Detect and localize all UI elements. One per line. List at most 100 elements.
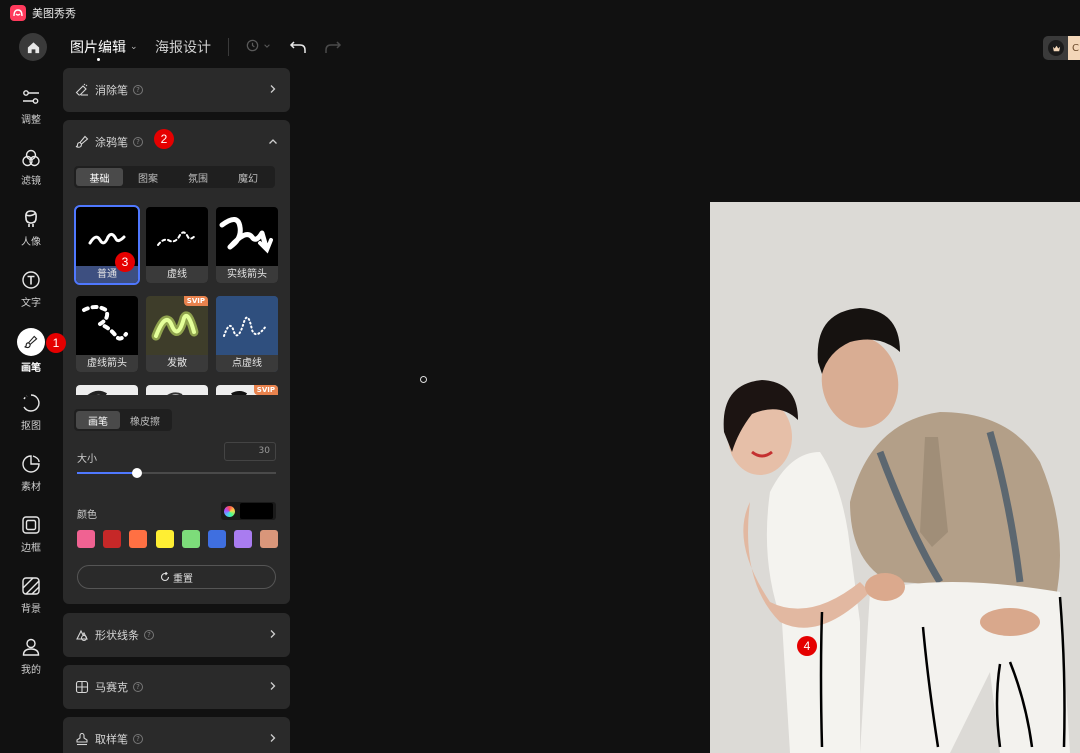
chevron-up-icon[interactable] (268, 137, 278, 147)
help-icon[interactable]: ? (144, 630, 154, 640)
color-swatch[interactable] (155, 530, 174, 548)
color-label: 颜色 (77, 510, 97, 521)
brush-dashed[interactable]: 虚线 (146, 207, 208, 283)
brush-normal[interactable]: 普通 (74, 205, 140, 285)
color-swatch[interactable] (77, 530, 95, 548)
chevron-down-icon: ⌄ (130, 42, 138, 52)
chevron-right-icon (270, 630, 276, 638)
color-swatch[interactable] (103, 530, 122, 548)
color-wheel-icon (224, 505, 235, 517)
reset-label: 重置 (173, 573, 193, 585)
rail-label: 滤镜 (21, 176, 41, 187)
app-logo-icon (10, 5, 26, 21)
brush-solid-arrow[interactable]: 实线箭头 (216, 207, 278, 283)
sliders-icon (20, 86, 42, 108)
help-icon[interactable]: ? (133, 734, 143, 744)
vip-button[interactable]: C (1043, 36, 1080, 60)
brush-item-7[interactable] (76, 385, 138, 395)
reset-button[interactable]: 重置 (77, 565, 276, 589)
doodle-pen-header[interactable]: 涂鸦笔 ? (75, 120, 143, 164)
slider-knob[interactable] (131, 468, 142, 478)
mosaic-header: 马赛克 ? (75, 665, 143, 709)
brush-preview (146, 385, 208, 395)
rail-item-mine[interactable]: 我的 (0, 636, 62, 676)
sampler-pen-card[interactable]: 取样笔 ? (63, 717, 290, 753)
chevron-right-icon (270, 682, 276, 690)
brush-icon (75, 135, 89, 148)
rail-label: 调整 (21, 115, 41, 126)
sticker-icon (20, 453, 42, 475)
rail-item-sticker[interactable]: 素材 (0, 453, 62, 493)
brush-grid: 普通 虚线 实线箭头 虚线箭头 SVIP 发散 点虚线 SVIP (74, 205, 280, 395)
brush-size-control: 大小 30 (77, 442, 277, 478)
step-marker-4: 4 (797, 636, 817, 656)
history-button[interactable] (245, 38, 271, 53)
user-icon (20, 636, 42, 658)
chevron-right-icon (270, 85, 276, 93)
rail-item-portrait[interactable]: 人像 (0, 208, 62, 248)
rail-item-text[interactable]: 文字 (0, 269, 62, 309)
mosaic-card[interactable]: 马赛克 ? (63, 665, 290, 709)
color-swatch[interactable] (129, 530, 148, 548)
rail-item-background[interactable]: 背景 (0, 575, 62, 615)
mode-brush[interactable]: 画笔 (76, 411, 120, 429)
size-label: 大小 (77, 454, 97, 465)
brush-item-9[interactable]: SVIP (216, 385, 278, 395)
shape-icon (76, 629, 88, 642)
color-swatch[interactable] (207, 530, 226, 548)
mode-eraser[interactable]: 橡皮擦 (120, 411, 170, 429)
couple-photo (710, 202, 1080, 753)
eraser-icon (75, 83, 88, 96)
tab-magic[interactable]: 魔幻 (223, 168, 273, 186)
tab-atmosphere[interactable]: 氛围 (173, 168, 223, 186)
tab-image-edit[interactable]: 图片编辑 ⌄ (70, 37, 138, 57)
rail-item-filter[interactable]: 滤镜 (0, 147, 62, 187)
tab-pattern[interactable]: 图案 (123, 168, 173, 186)
current-color-swatch (240, 503, 273, 519)
brush-name: 点虚线 (216, 355, 278, 372)
color-swatch[interactable] (234, 530, 253, 548)
eraser-pen-card[interactable]: 消除笔 ? (63, 68, 290, 112)
brush-category-tabs: 基础 图案 氛围 魔幻 (74, 166, 275, 188)
photo-canvas[interactable] (710, 202, 1080, 753)
frame-icon (20, 514, 42, 536)
redo-icon[interactable] (324, 38, 342, 56)
background-icon (20, 575, 42, 597)
tab-poster-design[interactable]: 海报设计 (155, 37, 211, 57)
tab-basic[interactable]: 基础 (76, 168, 123, 186)
chevron-right-icon (270, 734, 276, 742)
brush-item-8[interactable] (146, 385, 208, 395)
color-picker[interactable] (221, 502, 276, 520)
rail-label: 画笔 (21, 363, 41, 374)
size-slider[interactable] (77, 468, 276, 478)
cutout-icon (20, 392, 42, 414)
help-icon[interactable]: ? (133, 682, 143, 692)
rail-label: 抠图 (21, 421, 41, 432)
brush-dotted[interactable]: 点虚线 (216, 296, 278, 372)
shape-lines-title: 形状线条 (95, 629, 139, 642)
help-icon[interactable]: ? (133, 85, 143, 95)
step-marker-1: 1 (46, 333, 66, 353)
rail-item-adjust[interactable]: 调整 (0, 86, 62, 126)
help-icon[interactable]: ? (133, 137, 143, 147)
doodle-pen-title: 涂鸦笔 (95, 136, 128, 149)
brush-diffuse[interactable]: SVIP 发散 (146, 296, 208, 372)
undo-icon[interactable] (289, 38, 307, 56)
brush-name: 虚线 (146, 266, 208, 283)
brush-preview (146, 207, 208, 266)
rail-item-frame[interactable]: 边框 (0, 514, 62, 554)
size-input[interactable]: 30 (224, 442, 276, 461)
brush-icon (17, 328, 45, 356)
color-swatch[interactable] (181, 530, 200, 548)
svip-badge: SVIP (183, 296, 208, 306)
rail-item-cutout[interactable]: 抠图 (0, 392, 62, 432)
shape-lines-header: 形状线条 ? (75, 613, 154, 657)
home-button[interactable] (19, 33, 47, 61)
color-swatches (77, 530, 287, 548)
chevron-down-icon (264, 43, 270, 48)
shape-lines-card[interactable]: 形状线条 ? (63, 613, 290, 657)
rail-label: 人像 (21, 237, 41, 248)
brush-dashed-arrow[interactable]: 虚线箭头 (76, 296, 138, 372)
color-swatch[interactable] (260, 530, 279, 548)
sampler-pen-header: 取样笔 ? (75, 717, 143, 753)
